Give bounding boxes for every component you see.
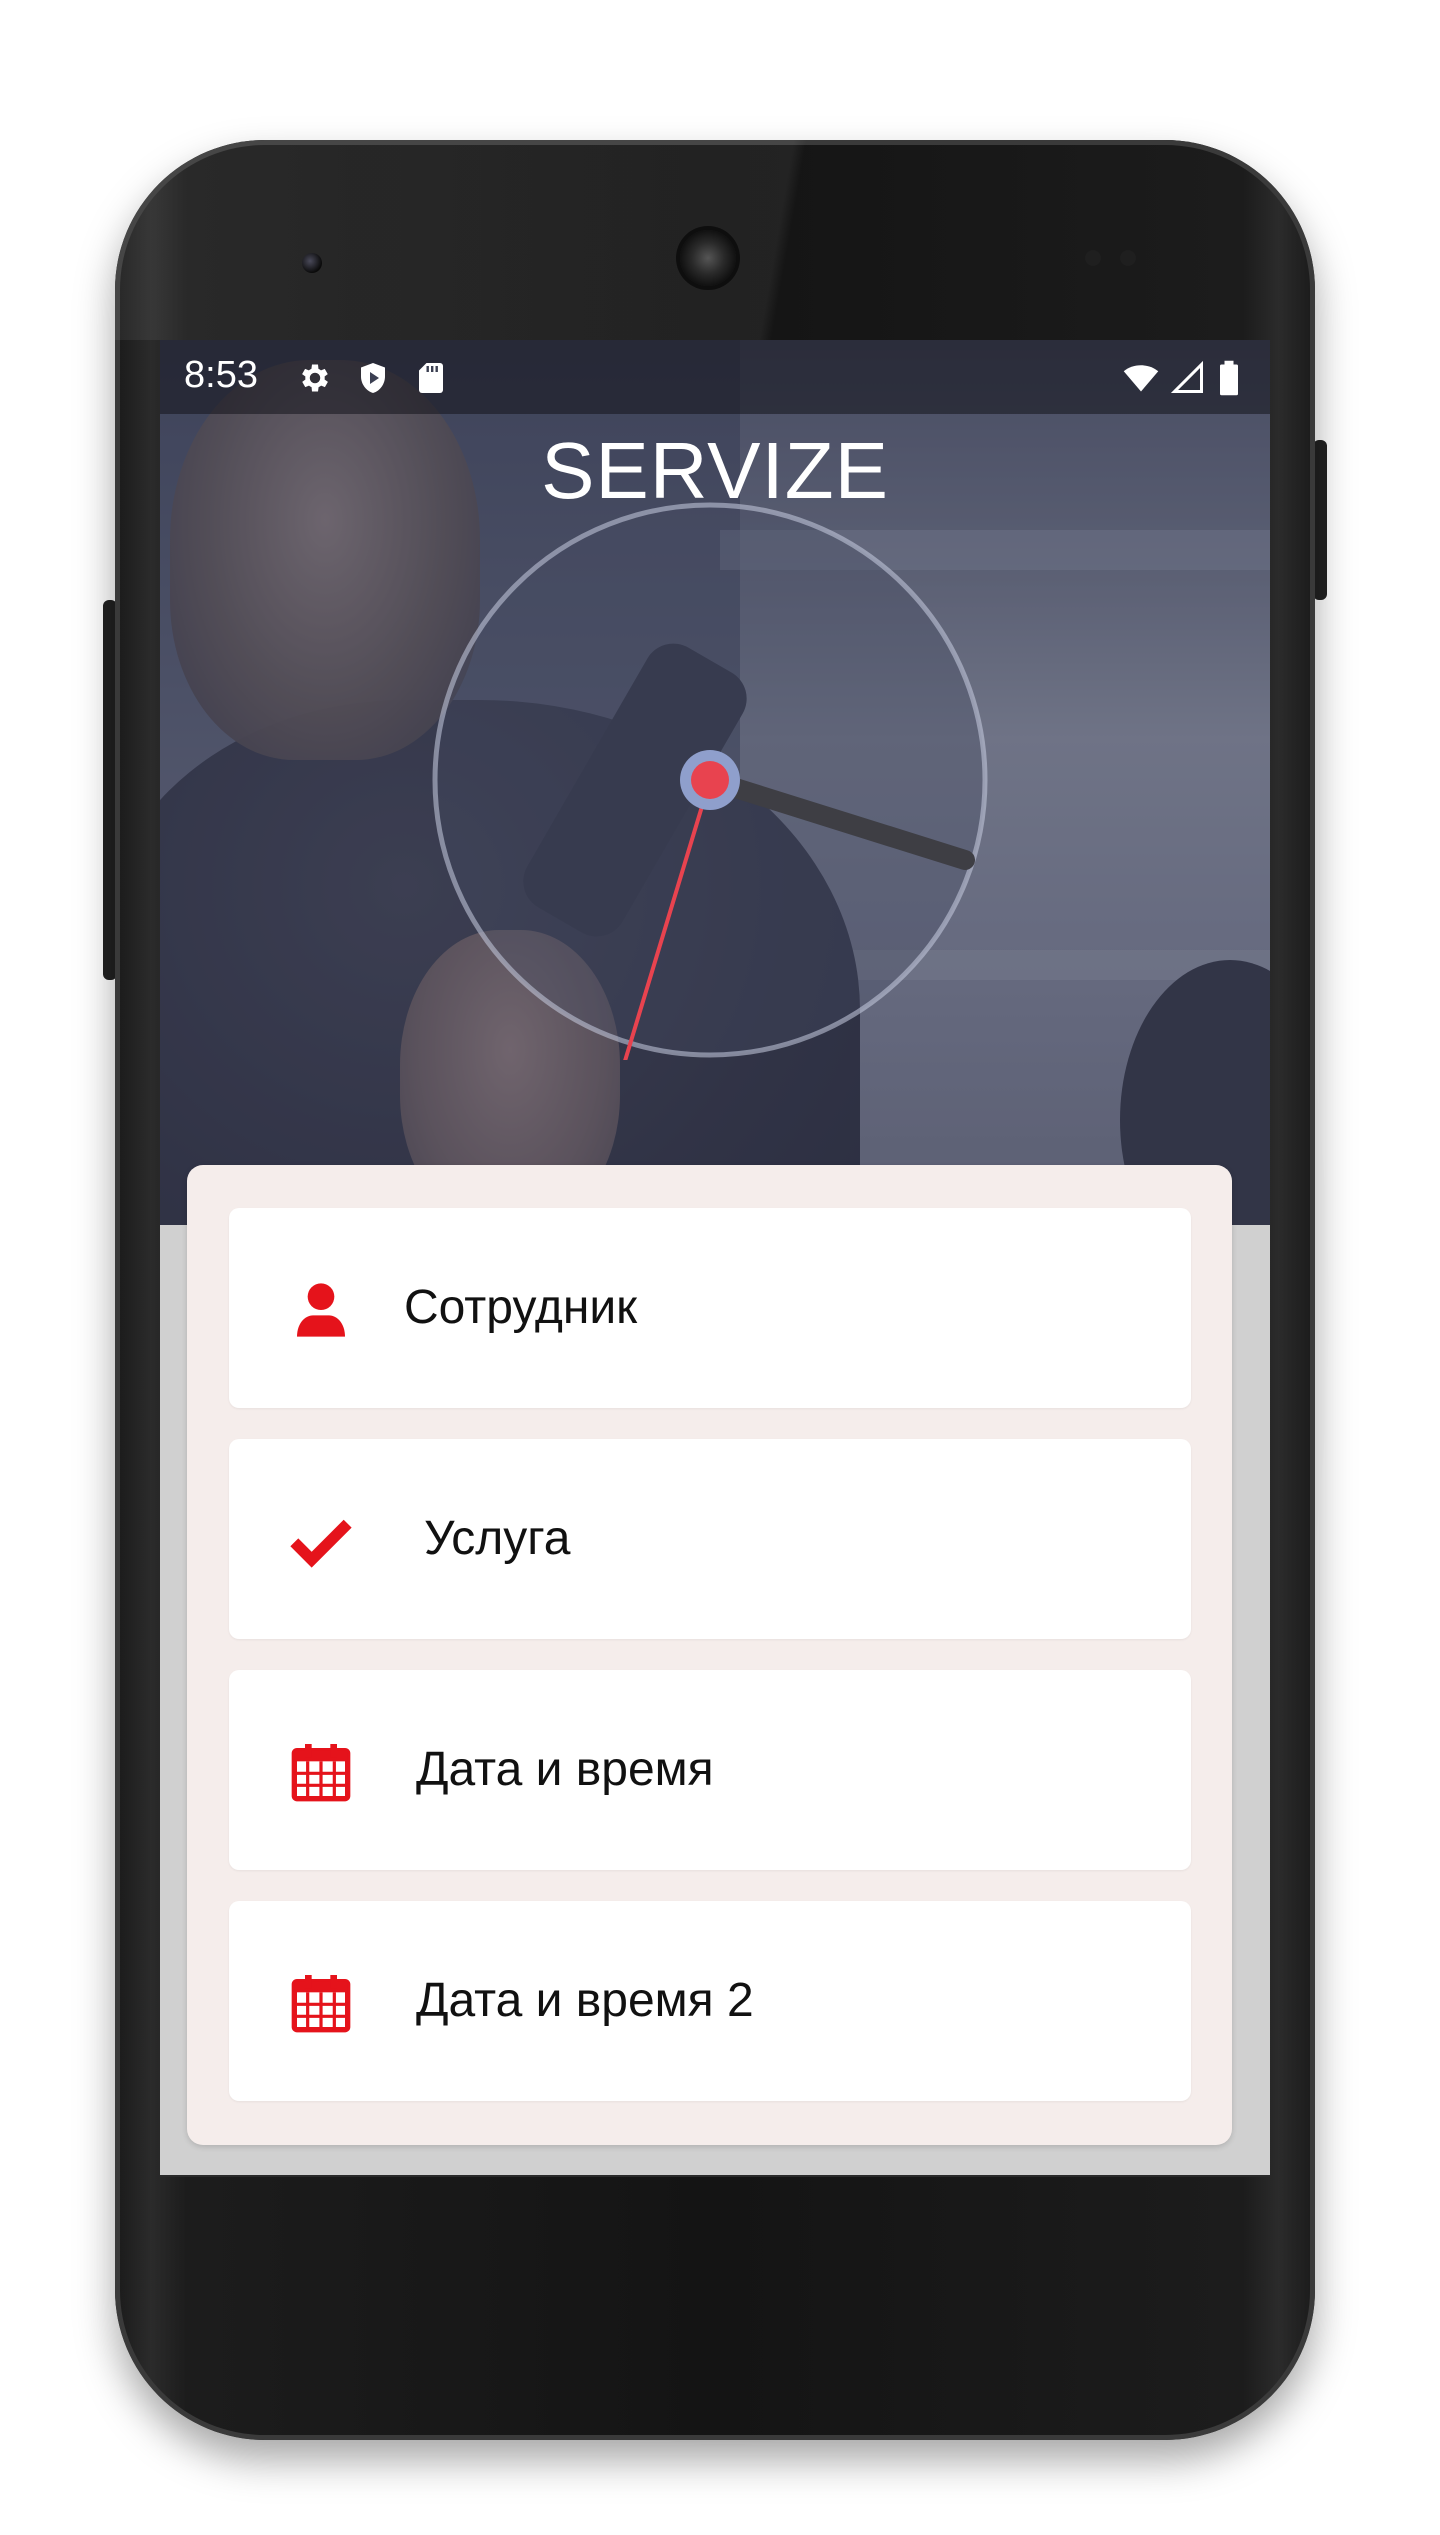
calendar-icon bbox=[291, 1744, 351, 1802]
light-sensor bbox=[1120, 250, 1136, 266]
app-title: SERVIZE bbox=[541, 426, 889, 515]
phone-screen: 8:53 SERVIZE Сотрудник Услуга Дата и вре… bbox=[160, 340, 1270, 2175]
proximity-sensor bbox=[1085, 250, 1101, 266]
menu-item-label: Услуга bbox=[424, 1512, 571, 1565]
clock-widget bbox=[432, 502, 988, 1060]
play-shield-icon bbox=[361, 363, 385, 393]
sd-card-icon bbox=[419, 363, 443, 393]
earpiece-speaker bbox=[680, 230, 736, 286]
menu-item-label: Дата и время 2 bbox=[416, 1974, 754, 2027]
battery-icon bbox=[1220, 360, 1238, 396]
mockup-stage: 8:53 SERVIZE Сотрудник Услуга Дата и вре… bbox=[0, 0, 1440, 2535]
power-button bbox=[1313, 440, 1327, 600]
menu-item-datetime[interactable]: Дата и время bbox=[229, 1670, 1191, 1870]
clock-center-dot bbox=[691, 761, 729, 799]
front-camera bbox=[302, 253, 322, 273]
menu-item-label: Дата и время bbox=[416, 1743, 714, 1796]
menu-item-label: Сотрудник bbox=[404, 1281, 638, 1334]
gear-icon bbox=[302, 364, 328, 392]
calendar-icon bbox=[291, 1975, 351, 2033]
person-icon bbox=[297, 1283, 345, 1337]
status-bar: 8:53 bbox=[160, 340, 1270, 414]
wifi-icon bbox=[1123, 365, 1159, 392]
status-time: 8:53 bbox=[184, 354, 258, 396]
menu-item-employee[interactable]: Сотрудник bbox=[229, 1208, 1191, 1408]
checkmark-icon bbox=[290, 1519, 352, 1568]
cell-signal-icon bbox=[1170, 360, 1203, 393]
menu-item-service[interactable]: Услуга bbox=[229, 1439, 1191, 1639]
menu-item-datetime-2[interactable]: Дата и время 2 bbox=[229, 1901, 1191, 2101]
screen-bottom-edge bbox=[160, 2175, 1270, 2177]
menu-card: Сотрудник Услуга Дата и время Дата и вре… bbox=[187, 1165, 1232, 2145]
